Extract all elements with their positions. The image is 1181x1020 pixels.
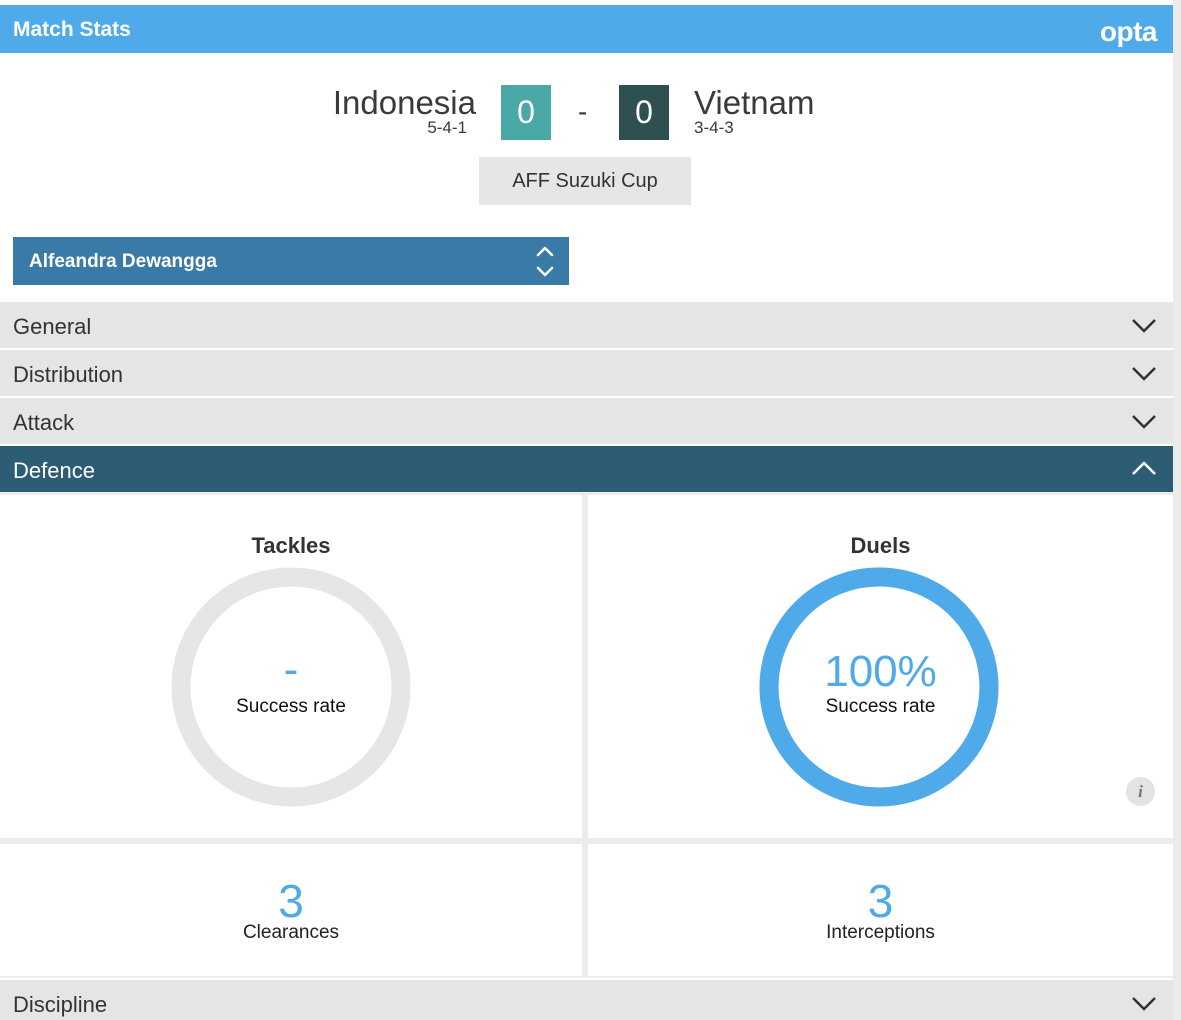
header-bar: Match Stats opta — [0, 5, 1173, 53]
duels-title: Duels — [850, 533, 911, 558]
section-label: General — [13, 314, 92, 339]
section-label: Attack — [13, 410, 75, 435]
chevron-down-icon — [1132, 367, 1156, 381]
clearances-label: Clearances — [242, 922, 340, 943]
chevron-down-icon — [1132, 997, 1156, 1011]
chevron-down-icon — [1132, 415, 1156, 429]
chevron-down-icon — [1132, 319, 1156, 333]
section-defence[interactable]: Defence — [0, 446, 1173, 492]
duels-value: 100% — [824, 647, 937, 696]
match-stats-widget: Match Stats opta Indonesia 5-4-1 0 - 0 V… — [0, 0, 1173, 1020]
tackles-value: - — [283, 645, 299, 694]
chevron-up-icon — [1132, 461, 1156, 475]
player-select-value: Alfeandra Dewangga — [29, 251, 217, 272]
away-formation: 3-4-3 — [694, 118, 734, 137]
section-label: Defence — [13, 458, 95, 483]
section-label: Distribution — [13, 362, 124, 387]
away-score: 0 — [619, 85, 669, 140]
info-icon[interactable]: i — [1126, 777, 1155, 806]
duels-card: Duels 100% Success rate i — [588, 495, 1173, 838]
clearances-value: 3 — [278, 875, 304, 927]
home-formation: 5-4-1 — [427, 118, 467, 137]
interceptions-label: Interceptions — [826, 922, 935, 943]
chevron-up-down-icon — [536, 246, 554, 277]
brand-logo: opta — [1099, 16, 1158, 47]
duels-label: Success rate — [825, 696, 936, 717]
header-title: Match Stats — [13, 18, 131, 41]
tackles-title: Tackles — [251, 533, 331, 558]
section-attack[interactable]: Attack — [0, 398, 1173, 444]
section-discipline[interactable]: Discipline — [0, 980, 1173, 1020]
home-team-name: Indonesia — [332, 84, 476, 121]
clearances-card: 3 Clearances — [0, 844, 582, 976]
interceptions-card: 3 Interceptions — [588, 844, 1173, 976]
section-distribution[interactable]: Distribution — [0, 350, 1173, 396]
interceptions-value: 3 — [867, 875, 894, 927]
player-select[interactable]: Alfeandra Dewangga — [13, 237, 569, 285]
tackles-card: Tackles - Success rate — [0, 495, 582, 838]
competition-badge: AFF Suzuki Cup — [479, 157, 691, 205]
scrollbar-track[interactable] — [1173, 0, 1181, 1020]
home-score: 0 — [501, 85, 551, 140]
tackles-label: Success rate — [236, 696, 346, 717]
away-team-name: Vietnam — [694, 84, 815, 121]
score-separator: - — [578, 96, 588, 127]
section-general[interactable]: General — [0, 302, 1173, 348]
section-label: Discipline — [13, 992, 108, 1017]
